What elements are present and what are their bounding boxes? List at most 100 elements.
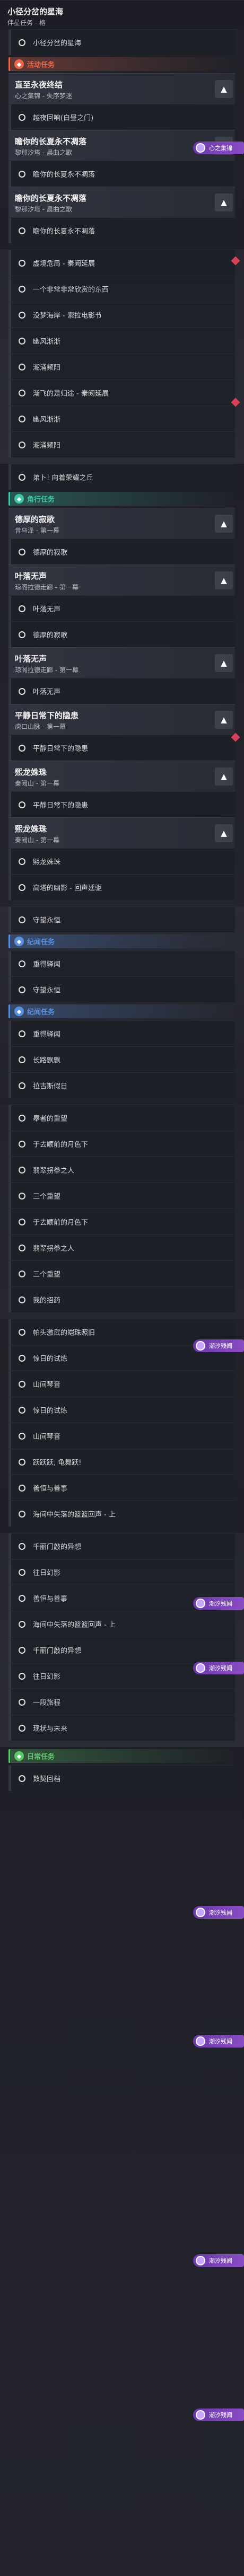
quest-group-header[interactable]: 平静日常下的隐患 虎口山脉 - 第一幕 ▲ (8, 704, 235, 735)
quest-list-item[interactable]: 平静日常下的隐患 (8, 735, 235, 761)
quest-item-label: 翡翠拐拳之人 (33, 1167, 75, 1175)
quest-list-item[interactable]: 现状与未来 (8, 1715, 235, 1741)
quest-group-title: 熙龙姝珠 (15, 824, 47, 834)
radio-circle-icon (19, 1698, 25, 1706)
collapse-button[interactable]: ▲ (215, 80, 233, 98)
quest-list-item[interactable]: 小径分岔的星海 (8, 29, 235, 55)
quest-group-header[interactable]: 直至永夜终结 心之集锦 - 失序梦迷 ▲ (8, 73, 235, 104)
seal-knot-icon (196, 2256, 205, 2265)
section-badge-icon: ◆ (14, 1751, 24, 1761)
radio-circle-icon (19, 687, 25, 695)
quest-list-item[interactable]: 潮涌频阳 (8, 354, 235, 380)
quest-item-label: 潮涌频阳 (33, 364, 61, 372)
quest-item-label: 数契回档 (33, 1775, 61, 1784)
quest-list-item[interactable]: 翡翠拐拳之人 (8, 1234, 235, 1260)
item-indent-bar (8, 875, 11, 900)
item-indent-bar (8, 907, 11, 932)
section-label: 活动任务 (27, 61, 55, 69)
quest-list-item[interactable]: 一个非常非常欣赏的东西 (8, 276, 235, 302)
collapse-button[interactable]: ▲ (215, 654, 233, 672)
quest-list-item[interactable]: 一段旅程 (8, 1689, 235, 1715)
quest-group-header[interactable]: 叶落无声 琼阁拉德走廊 - 第一幕 ▲ (8, 564, 235, 595)
collapse-button[interactable]: ▲ (215, 571, 233, 589)
quest-list-item[interactable]: 海间中失落的篮篮回声 - 上 (8, 1501, 235, 1527)
quest-list-item[interactable]: 数契回档 (8, 1765, 235, 1791)
quest-list-item[interactable]: 瞻你的长夏永不凋落 (8, 161, 235, 187)
quest-list-item[interactable]: 惊日的试炼 (8, 1397, 235, 1423)
radio-circle-icon (19, 1594, 25, 1602)
quest-item-label: 翡翠拐拳之人 (33, 1245, 75, 1253)
collapse-button[interactable]: ▲ (215, 193, 233, 211)
quest-list-item[interactable]: 平静日常下的隐患 (8, 791, 235, 817)
collapse-button[interactable]: ▲ (215, 710, 233, 729)
collapse-button[interactable]: ▲ (215, 767, 233, 786)
quest-group-header[interactable]: 德厚的寂歌 昔乌泽 - 第一幕 ▲ (8, 508, 235, 539)
quest-list-item[interactable]: 长路飘飘 (8, 1046, 235, 1072)
quest-list-item[interactable]: 山间琴音 (8, 1371, 235, 1397)
quest-list-item[interactable]: 海间中失落的篮篮回声 - 上 (8, 1611, 235, 1637)
quest-group-subtitle: 黎那汐塔 - 晨曲之歌 (15, 149, 72, 156)
quest-list-item[interactable]: 跃跃跃, 龟舞跃! (8, 1449, 235, 1475)
quest-list-item[interactable]: 我的招药 (8, 1286, 235, 1312)
radio-circle-icon (19, 916, 25, 923)
radio-circle-icon (19, 441, 25, 448)
chevron-up-icon: ▲ (221, 197, 227, 207)
quest-group-header[interactable]: 叶落无声 琼阁拉德走廊 - 第一幕 ▲ (8, 647, 235, 678)
item-indent-bar (8, 464, 11, 490)
item-indent-bar (8, 849, 11, 874)
quest-list-item[interactable]: 于去顺前的月色下 (8, 1208, 235, 1234)
quest-list-item[interactable]: 瞻你的长夏永不凋落 (8, 217, 235, 243)
quest-list-item[interactable]: 重得驿闻 (8, 1020, 235, 1046)
quest-list-item[interactable]: 皋者的重望 (8, 1105, 235, 1131)
radio-circle-icon (19, 1432, 25, 1440)
quest-list-item[interactable]: 越夜回响(白昼之门) (8, 104, 235, 130)
quest-list-item[interactable]: 幽风淅淅 (8, 405, 235, 431)
quest-header[interactable]: 小径分岔的星海 伴星任务 - 格 (0, 0, 244, 29)
radio-circle-icon (19, 1620, 25, 1628)
quest-list-item[interactable]: 德厚的寂歌 (8, 621, 235, 647)
quest-list-item[interactable]: 山间琴音 (8, 1423, 235, 1449)
quest-list-item[interactable]: 千丽门敲的异想 (8, 1637, 235, 1663)
quest-list-item[interactable]: 重得驿闻 (8, 950, 235, 976)
quest-list-item[interactable]: 于去顺前的月色下 (8, 1131, 235, 1157)
quest-item-label: 三个重望 (33, 1271, 61, 1279)
item-indent-bar (8, 1287, 11, 1312)
quest-list-item[interactable]: 幽风淅淅 (8, 328, 235, 354)
collapse-button[interactable]: ▲ (215, 824, 233, 842)
radio-circle-icon (19, 1568, 25, 1576)
quest-list-item[interactable]: 叶落无声 (8, 595, 235, 621)
quest-group-header[interactable]: 瞻你的长夏永不凋落黎那汐塔 - 晨曲之歌 ▲ (8, 187, 235, 217)
collapse-button[interactable]: ▲ (215, 514, 233, 533)
radio-circle-icon (19, 1270, 25, 1277)
radio-circle-icon (19, 1542, 25, 1550)
quest-list-item[interactable]: 虚境危局 - 秦阙延展 (8, 250, 235, 276)
quest-list-item[interactable]: 翡翠拐拳之人 (8, 1157, 235, 1183)
radio-circle-icon (19, 1114, 25, 1122)
quest-list-item[interactable]: 潮涌频阳 (8, 431, 235, 457)
quest-list-item[interactable]: 熙龙姝珠 (8, 848, 235, 874)
radio-circle-icon (19, 1296, 25, 1303)
quest-list-item[interactable]: 守望永恒 (8, 976, 235, 1002)
seal-tag: 潮汐残闻 (193, 2409, 244, 2421)
quest-item-label: 守望永恒 (33, 986, 61, 995)
quest-list-item[interactable]: 往日幻影 (8, 1559, 235, 1585)
quest-list-item[interactable]: 善恒与善事 (8, 1475, 235, 1501)
quest-list-item[interactable]: 德厚的寂歌 (8, 539, 235, 564)
quest-list-item[interactable]: 渐飞的是归途 - 秦阙延展 (8, 380, 235, 405)
quest-group-header[interactable]: 熙龙姝珠 秦阙山 - 第一幕 ▲ (8, 817, 235, 848)
quest-list-item[interactable]: 守望永恒 (8, 906, 235, 932)
quest-list-item[interactable]: 弟卜! 向着荣耀之丘 (8, 464, 235, 490)
section-badge-icon: ◆ (14, 937, 24, 946)
quest-group-header[interactable]: 熙龙姝珠 秦阙山 - 第一幕 ▲ (8, 761, 235, 791)
quest-list-item[interactable]: 叶落无声 (8, 678, 235, 704)
quest-list-item[interactable]: 没梦海岸 - 索拉电影节 (8, 302, 235, 328)
quest-list-item[interactable]: 高塔的幽影 - 回声廷驱 (8, 874, 235, 900)
quest-list-item[interactable]: 千丽门敲的异想 (8, 1533, 235, 1559)
quest-item-label: 于去顺前的月色下 (33, 1219, 89, 1227)
background-panel (0, 1747, 244, 2576)
quest-group-title: 瞻你的长夏永不凋落 (15, 137, 87, 146)
quest-list-item[interactable]: 三个重望 (8, 1183, 235, 1208)
quest-item-label: 山间琴音 (33, 1381, 61, 1389)
quest-list-item[interactable]: 拉古斯假日 (8, 1072, 235, 1098)
quest-list-item[interactable]: 三个重望 (8, 1260, 235, 1286)
